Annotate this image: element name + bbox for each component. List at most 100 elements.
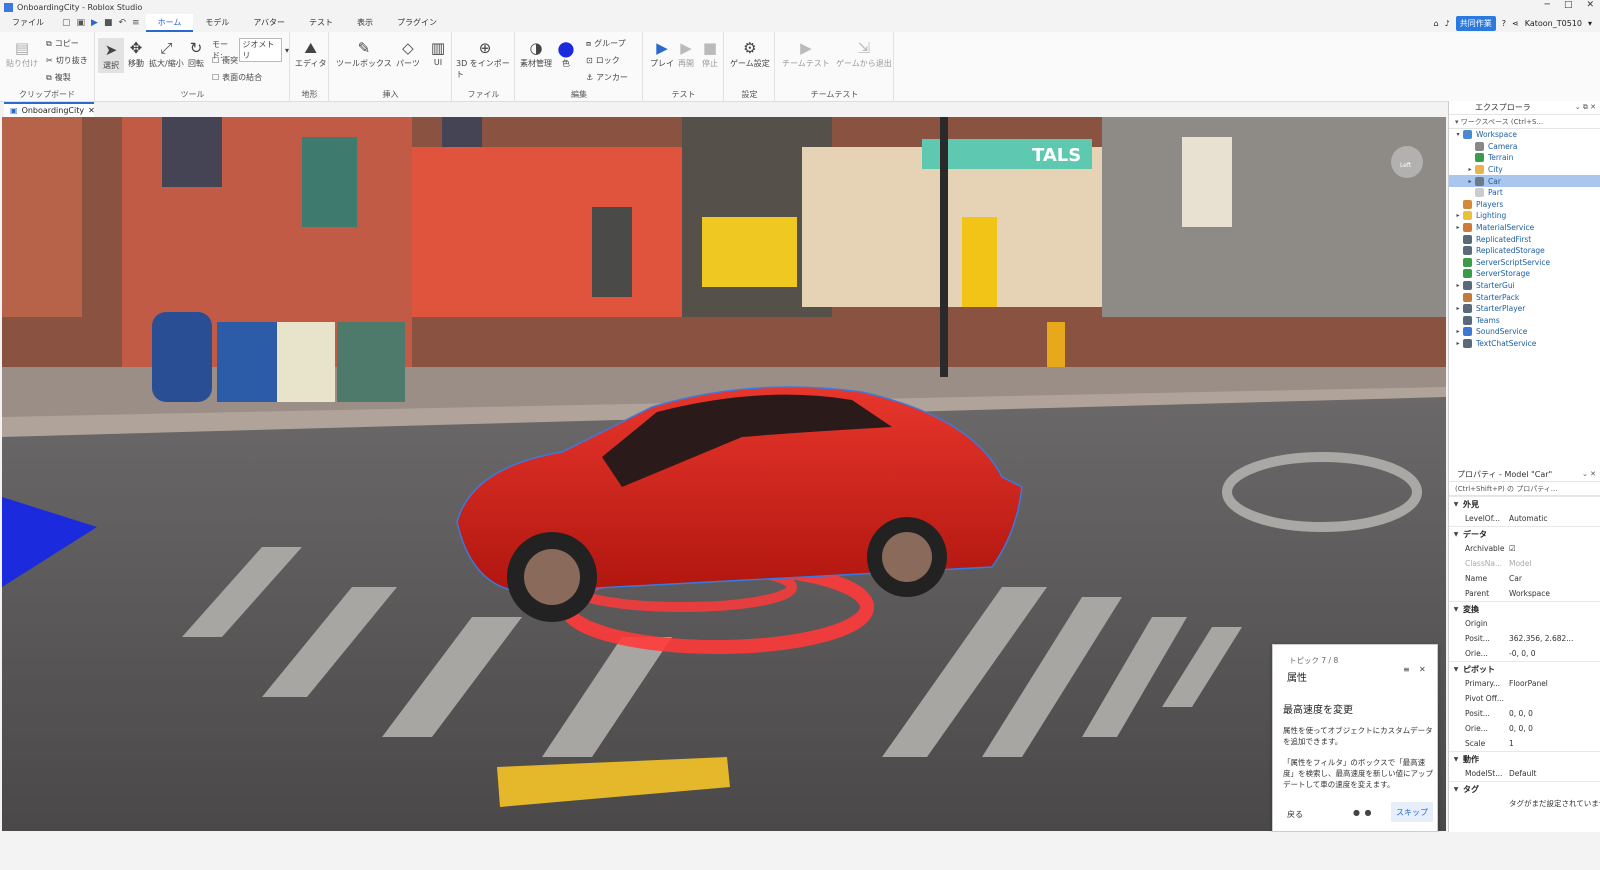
property-value[interactable]: 0, 0, 0 — [1505, 709, 1600, 718]
collapse-arrow-icon[interactable]: ▼ — [1449, 606, 1463, 613]
explorer-item[interactable]: Players — [1449, 199, 1600, 211]
expand-arrow-icon[interactable]: ▸ — [1453, 282, 1463, 289]
property-value[interactable]: ☑ — [1505, 544, 1600, 553]
skip-button[interactable]: スキップ — [1391, 802, 1433, 822]
explorer-item[interactable]: ▸ MaterialService — [1449, 222, 1600, 234]
property-section[interactable]: ▼ 動作 — [1449, 751, 1600, 766]
explorer-item[interactable]: ▸ City — [1449, 164, 1600, 176]
close-icon[interactable]: ✕ — [1590, 103, 1596, 111]
join-surfaces-toggle[interactable]: ☐ 表面の結合 — [212, 72, 262, 83]
copy-button[interactable]: ⧉ コピー — [46, 38, 79, 49]
expand-arrow-icon[interactable]: ▸ — [1453, 340, 1463, 347]
chevron-down-icon[interactable]: ⌄ — [1582, 470, 1588, 478]
explorer-item[interactable]: ReplicatedStorage — [1449, 245, 1600, 257]
close-tab-icon[interactable]: ✕ — [88, 106, 95, 115]
close-icon[interactable]: ✕ — [1590, 470, 1596, 478]
explorer-item[interactable]: ServerScriptService — [1449, 257, 1600, 269]
explorer-item[interactable]: ▸ SoundService — [1449, 326, 1600, 338]
move-tool-button[interactable]: ✥ 移動 — [126, 38, 146, 69]
import-3d-button[interactable]: ⊕ 3D をインポート — [456, 38, 514, 80]
popout-icon[interactable]: ⧉ — [1583, 103, 1588, 111]
terrain-editor-button[interactable]: ⛰ エディタ — [295, 38, 326, 69]
toolbox-button[interactable]: ✎ ツールボックス — [336, 38, 392, 69]
property-section[interactable]: ▼ タグ — [1449, 781, 1600, 796]
property-row[interactable]: LevelOf... Automatic — [1449, 511, 1600, 526]
quick-access-menu-icon[interactable]: ≡ — [132, 18, 140, 28]
property-row[interactable]: Pivot Off... — [1449, 691, 1600, 706]
explorer-item[interactable]: Teams — [1449, 315, 1600, 327]
username[interactable]: Katoon_T0510 — [1525, 19, 1582, 28]
property-value[interactable]: 1 — [1505, 739, 1600, 748]
cut-button[interactable]: ✂ 切り抜き — [46, 55, 88, 66]
property-value[interactable]: Model — [1505, 559, 1600, 568]
menu-test[interactable]: テスト — [297, 14, 345, 32]
save-icon[interactable]: ▣ — [77, 18, 86, 28]
expand-arrow-icon[interactable]: ▸ — [1453, 305, 1463, 312]
rotate-tool-button[interactable]: ↻ 回転 — [186, 38, 206, 69]
explorer-item[interactable]: ▸ StarterGui — [1449, 280, 1600, 292]
resume-button[interactable]: ▶ 再開 — [676, 38, 696, 69]
menu-view[interactable]: 表示 — [345, 14, 385, 32]
explorer-item[interactable]: Terrain — [1449, 152, 1600, 164]
property-value[interactable]: Default — [1505, 769, 1600, 778]
menu-home[interactable]: ホーム — [145, 14, 194, 32]
collapse-arrow-icon[interactable]: ▼ — [1449, 666, 1463, 673]
exit-game-button[interactable]: ⇲ ゲームから退出 — [836, 38, 892, 69]
property-row[interactable]: Orie... 0, 0, 0 — [1449, 721, 1600, 736]
property-value[interactable]: 362.356, 2.682... — [1505, 634, 1600, 643]
3d-viewport[interactable]: TALS Left — [2, 117, 1446, 831]
material-manager-button[interactable]: ◑ 素材管理 — [520, 38, 552, 69]
explorer-item[interactable]: Camera — [1449, 141, 1600, 153]
collapse-arrow-icon[interactable]: ▼ — [1449, 531, 1463, 538]
list-icon[interactable]: ≡ — [1403, 665, 1410, 674]
expand-arrow-icon[interactable]: ▸ — [1465, 178, 1475, 185]
property-value[interactable]: Car — [1505, 574, 1600, 583]
property-value[interactable]: -0, 0, 0 — [1505, 649, 1600, 658]
property-row[interactable]: Archivable ☑ — [1449, 541, 1600, 556]
play-quick-icon[interactable]: ▶ — [91, 18, 98, 28]
collapse-arrow-icon[interactable]: ▼ — [1449, 756, 1463, 763]
property-row[interactable]: ClassNa... Model — [1449, 556, 1600, 571]
collapse-arrow-icon[interactable]: ▼ — [1449, 501, 1463, 508]
paste-button[interactable]: ▤ 貼り付け — [6, 38, 38, 69]
tab-onboarding-city[interactable]: ▣ OnboardingCity ✕ — [4, 102, 95, 117]
property-row[interactable]: Posit... 362.356, 2.682... — [1449, 631, 1600, 646]
property-section[interactable]: ▼ ピボット — [1449, 661, 1600, 676]
stop-quick-icon[interactable]: ■ — [104, 18, 113, 28]
part-button[interactable]: ◇ パーツ — [396, 38, 420, 69]
chevron-down-icon[interactable]: ⌄ — [1575, 103, 1581, 111]
properties-filter[interactable]: (Ctrl+Shift+P) の プロパティ... — [1449, 482, 1600, 496]
maximize-button[interactable]: □ — [1564, 0, 1573, 10]
property-row[interactable]: Primary... FloorPanel — [1449, 676, 1600, 691]
bell-icon[interactable]: ♪ — [1445, 19, 1450, 28]
property-row[interactable]: Scale 1 — [1449, 736, 1600, 751]
property-row[interactable]: Parent Workspace — [1449, 586, 1600, 601]
group-button[interactable]: ⧈ グループ — [586, 38, 626, 49]
duplicate-button[interactable]: ⧉ 複製 — [46, 72, 71, 83]
property-row[interactable]: ModelSt... Default — [1449, 766, 1600, 781]
explorer-filter[interactable]: ▾ ワークスペース (Ctrl+S... — [1449, 115, 1600, 129]
select-tool-button[interactable]: ➤ 選択 — [98, 38, 124, 73]
property-section[interactable]: ▼ 変換 — [1449, 601, 1600, 616]
explorer-item[interactable]: ▾ Workspace — [1449, 129, 1600, 141]
ui-button[interactable]: ▥ UI — [428, 38, 448, 67]
property-value[interactable]: Workspace — [1505, 589, 1600, 598]
scale-tool-button[interactable]: ⤢ 拡大/縮小 — [149, 38, 184, 69]
property-row[interactable]: Name Car — [1449, 571, 1600, 586]
explorer-item[interactable]: ▸ Lighting — [1449, 210, 1600, 222]
property-section[interactable]: ▼ 外見 — [1449, 496, 1600, 511]
play-button[interactable]: ▶ プレイ — [650, 38, 674, 69]
explorer-item[interactable]: Part — [1449, 187, 1600, 199]
minimize-button[interactable]: ─ — [1545, 0, 1550, 10]
help-icon[interactable]: ? — [1502, 19, 1506, 28]
new-file-icon[interactable]: ▢ — [62, 18, 71, 28]
property-row[interactable]: Origin — [1449, 616, 1600, 631]
collaborate-button[interactable]: 共同作業 — [1455, 15, 1496, 31]
team-test-button[interactable]: ▶ チームテスト — [782, 38, 830, 69]
undo-icon[interactable]: ↶ — [118, 18, 126, 28]
menu-file[interactable]: ファイル — [0, 14, 56, 32]
color-button[interactable]: ● 色 — [556, 36, 576, 69]
explorer-item[interactable]: StarterPack — [1449, 291, 1600, 303]
property-value[interactable]: 0, 0, 0 — [1505, 724, 1600, 733]
close-window-button[interactable]: ✕ — [1586, 0, 1594, 10]
